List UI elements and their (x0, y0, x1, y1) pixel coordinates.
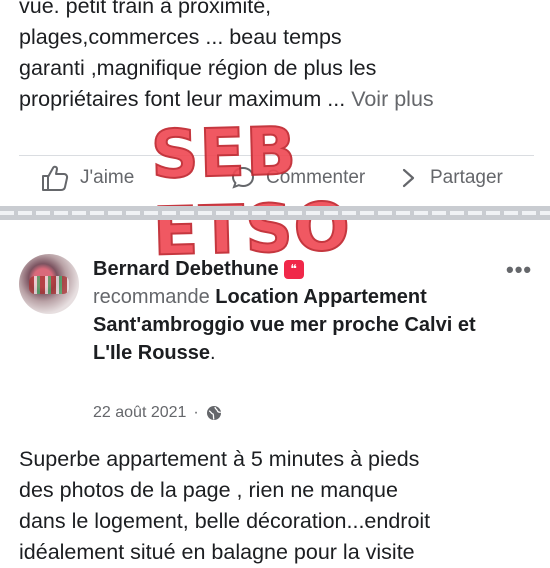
post-text-line: garanti ,magnifique région de plus les (19, 56, 377, 80)
review-line: des photos de la page , rien ne manque (19, 478, 398, 502)
like-label: J'aime (80, 167, 135, 188)
review-text: Superbe appartement à 5 minutes à pieds … (19, 444, 544, 568)
post-date[interactable]: 22 août 2021 (93, 404, 186, 422)
post-text-line: propriétaires font leur maximum ... Voir… (19, 84, 534, 115)
post-meta: 22 août 2021 · (93, 404, 222, 422)
author-name[interactable]: Bernard Debethune (93, 258, 279, 280)
meta-separator: · (193, 404, 199, 421)
post-text-line: vue. petit train à proximité, (19, 0, 272, 18)
watermark-text: SEB ETSO (149, 112, 353, 272)
post-text: vue. petit train à proximité, plages,com… (19, 0, 534, 115)
review-line: Superbe appartement à 5 minutes à pieds (19, 447, 420, 471)
more-options-icon[interactable]: ••• (506, 257, 532, 283)
post-header: Bernard Debethune ❝ recommande Location A… (93, 255, 493, 367)
review-line: idéalement situé en balagne pour la visi… (19, 540, 415, 564)
thumbs-up-icon (42, 165, 69, 191)
see-more-link[interactable]: Voir plus (351, 87, 433, 111)
post-separator (0, 206, 550, 220)
globe-icon (206, 406, 221, 420)
like-button[interactable]: J'aime (40, 163, 134, 193)
share-label: Partager (430, 167, 503, 188)
watermark-stamp: SEB ETSO (149, 112, 421, 272)
page-name-suffix: . (210, 342, 216, 364)
review-line: dans le logement, belle décoration...end… (19, 509, 431, 533)
post-text-line-content: propriétaires font leur maximum ... (19, 87, 346, 111)
post-text-line: plages,commerces ... beau temps (19, 25, 342, 49)
avatar[interactable] (19, 254, 79, 314)
recommendation-badge-icon: ❝ (283, 260, 304, 279)
recommends-label: recommande (93, 286, 210, 308)
